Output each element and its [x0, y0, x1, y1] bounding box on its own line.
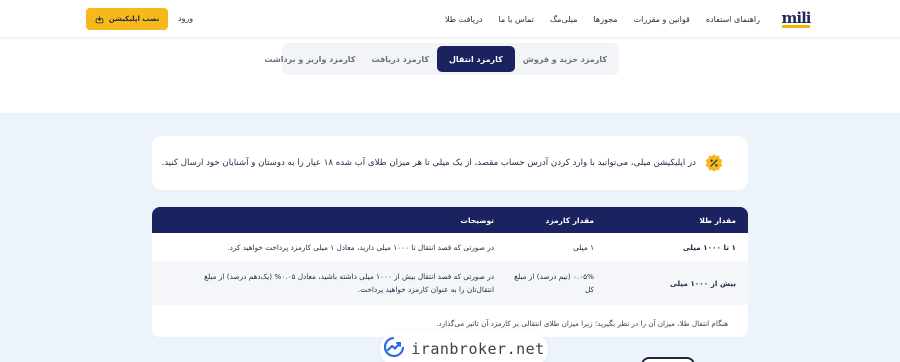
nav-terms[interactable]: قوانین و مقررات — [634, 15, 690, 24]
info-text: در اپلیکیشن میلی، می‌توانید با وارد کردن… — [161, 158, 697, 168]
table-row: ۱ تا ۱۰۰۰ میلی ۱ میلی در صورتی که قصد ان… — [152, 233, 748, 261]
top-navbar: mili راهنمای استفاده قوانین و مقررات مجو… — [0, 0, 900, 38]
fee-tabs: کارمزد خرید و فروش کارمزد انتقال کارمزد … — [264, 43, 619, 75]
nav-licenses[interactable]: مجوزها — [593, 15, 617, 24]
tab-deposit-withdraw-fee[interactable]: کارمزد واریز و برداشت — [256, 46, 363, 72]
partial-button[interactable] — [641, 357, 695, 362]
main-nav: راهنمای استفاده قوانین و مقررات مجوزها م… — [445, 0, 760, 38]
header-description: توضیحات — [460, 215, 494, 225]
cell-description: در صورتی که قصد انتقال تا ۱۰۰۰ میلی داری… — [227, 242, 494, 252]
tab-buy-sell-fee[interactable]: کارمزد خرید و فروش — [515, 46, 615, 72]
header-gold-amount: مقدار طلا — [699, 215, 736, 225]
footnote-text: هنگام انتقال طلا، میزان آن را در نظر بگی… — [436, 318, 728, 328]
install-app-label: نصب اپلیکیشن — [108, 15, 160, 23]
watermark: iranbroker.net — [380, 331, 548, 362]
logo-text: mili — [781, 8, 811, 28]
cell-fee-amount: ۰.۰۵% (نیم درصد) از مبلغ کل — [514, 272, 594, 294]
brand-logo[interactable]: mili — [776, 9, 816, 29]
cell-gold-amount: ۱ تا ۱۰۰۰ میلی — [682, 242, 736, 252]
table-header: مقدار طلا مقدار کارمزد توضیحات — [152, 207, 748, 233]
nav-receive-gold[interactable]: دریافت طلا — [445, 15, 482, 24]
nav-milimag[interactable]: میلی‌مگ — [550, 15, 577, 24]
transfer-info-card: در اپلیکیشن میلی، می‌توانید با وارد کردن… — [152, 136, 748, 190]
cell-gold-amount: بیش از ۱۰۰۰ میلی — [669, 278, 736, 288]
header-fee-amount: مقدار کارمزد — [545, 215, 594, 225]
table-row: بیش از ۱۰۰۰ میلی ۰.۰۵% (نیم درصد) از مبل… — [152, 261, 748, 305]
nav-usage-guide[interactable]: راهنمای استفاده — [706, 15, 760, 24]
tab-receive-fee[interactable]: کارمزد دریافت — [363, 46, 437, 72]
watermark-text: iranbroker.net — [411, 340, 545, 358]
login-link[interactable]: ورود — [178, 14, 193, 23]
install-app-button[interactable]: نصب اپلیکیشن — [86, 8, 168, 30]
cell-description: در صورتی که قصد انتقال بیش از ۱۰۰۰ میلی … — [204, 272, 494, 294]
tab-transfer-fee[interactable]: کارمزد انتقال — [436, 46, 515, 72]
cloud-download-icon — [95, 15, 104, 23]
percent-badge-icon — [704, 153, 724, 173]
trend-logo-icon — [383, 336, 405, 362]
nav-contact[interactable]: تماس با ما — [498, 15, 534, 24]
cell-fee-amount: ۱ میلی — [573, 242, 594, 252]
transfer-fee-table: مقدار طلا مقدار کارمزد توضیحات ۱ تا ۱۰۰۰… — [152, 207, 748, 337]
